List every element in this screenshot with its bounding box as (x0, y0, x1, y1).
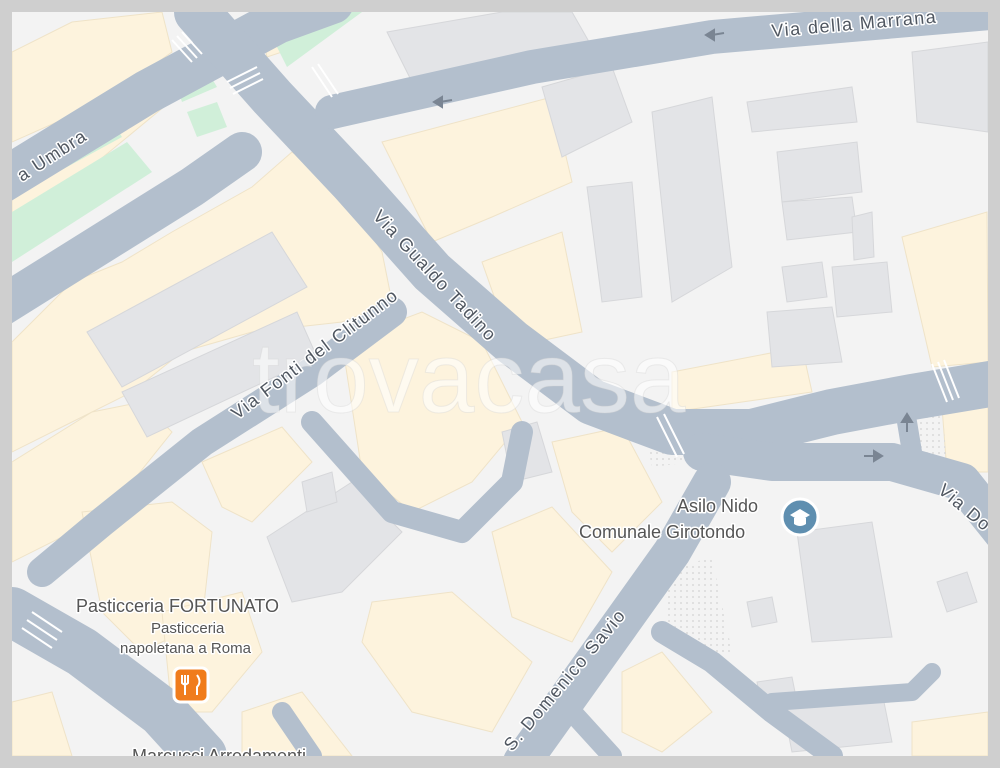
map-frame[interactable]: trovacasa a Umbra Via della Marrana Via … (12, 12, 988, 756)
map-canvas[interactable]: trovacasa a Umbra Via della Marrana Via … (12, 12, 988, 756)
poi-pasticceria-sub2: napoletana a Roma (120, 640, 252, 657)
restaurant-icon[interactable] (172, 666, 210, 704)
poi-pasticceria-title: Pasticceria FORTUNATO (76, 596, 279, 616)
school-icon[interactable] (780, 497, 820, 537)
poi-marcucci-title[interactable]: Marcucci Arredamenti (131, 745, 308, 757)
poi-asilo-line1: Asilo Nido (677, 496, 758, 516)
poi-asilo-line2: Comunale Girotondo (579, 522, 745, 542)
poi-pasticceria-sub1: Pasticceria (151, 620, 225, 637)
